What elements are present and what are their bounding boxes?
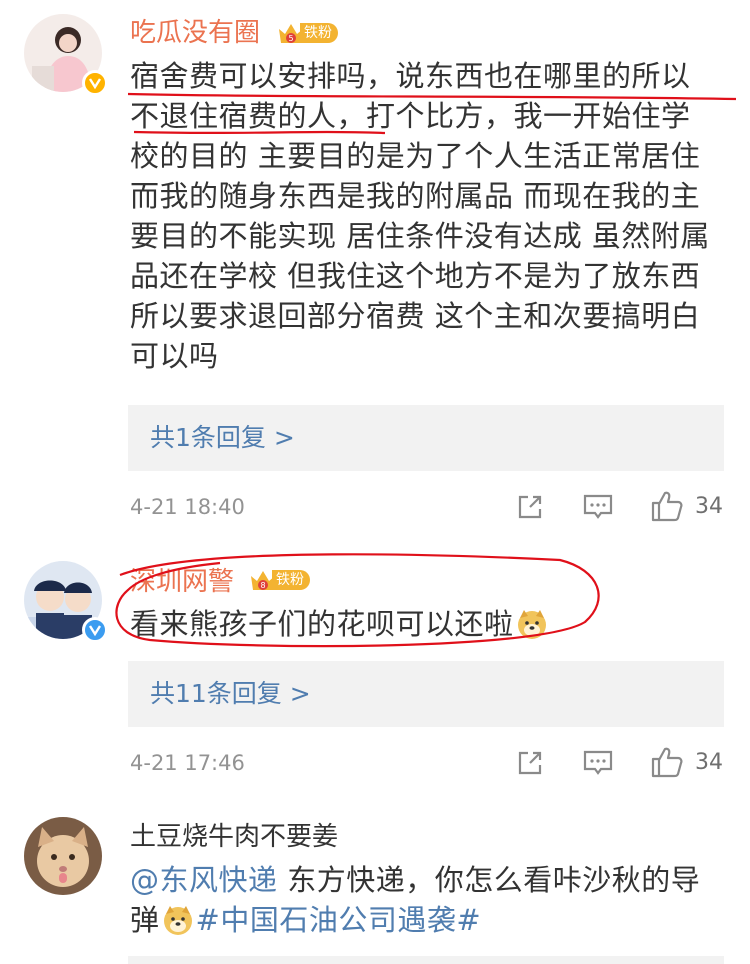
reply-summary[interactable]: 共11条回复 > [128, 661, 724, 727]
text-line: 品还在学校 但我住这个地方不是为了放东西 [130, 259, 701, 293]
text-line: 校的目的 主要目的是为了个人生活正常居住 [130, 139, 701, 173]
comment-icon[interactable] [582, 748, 614, 778]
avatar[interactable] [24, 14, 108, 96]
svg-text:8: 8 [260, 581, 265, 590]
text-line: 而我的随身东西是我的附属品 而现在我的主 [130, 179, 701, 213]
text-segment: 弹 [130, 903, 160, 937]
like-count: 34 [695, 494, 723, 519]
like-icon[interactable] [650, 489, 684, 523]
like-count: 34 [695, 750, 723, 775]
fan-badge: 8 铁粉 [248, 566, 310, 594]
timestamp: 4-21 17:46 [130, 751, 245, 775]
avatar[interactable] [24, 817, 102, 895]
avatar[interactable] [24, 561, 108, 643]
text-line: 可以吗 [130, 339, 219, 373]
text-line: 看来熊孩子们的花呗可以还啦 [130, 607, 514, 641]
fan-badge: 5 铁粉 [276, 19, 338, 47]
comment-text: @东风快递 东方快递，你怎么看咔沙秋的导 弹 #中国石油公司遇袭# [130, 860, 730, 940]
text-line: 不退住宿费的人，打个比方，我一开始住学 [130, 99, 691, 133]
reply-count-link[interactable]: 共1条回复 > [150, 405, 295, 471]
doge-emoji [517, 610, 546, 639]
share-icon[interactable] [515, 492, 545, 522]
doge-emoji [163, 906, 192, 935]
fan-badge-label: 铁粉 [272, 570, 310, 590]
comment-icon[interactable] [582, 492, 614, 522]
verified-icon [82, 70, 108, 96]
share-icon[interactable] [515, 748, 545, 778]
like-icon[interactable] [650, 745, 684, 779]
reply-summary[interactable] [128, 956, 724, 964]
fan-badge-label: 铁粉 [300, 23, 338, 43]
text-line: @东风快递 东方快递，你怎么看咔沙秋的导 [130, 860, 730, 900]
username[interactable]: 深圳网警 [130, 565, 234, 599]
hashtag-link[interactable]: #中国石油公司遇袭# [196, 903, 482, 937]
username[interactable]: 土豆烧牛肉不要姜 [130, 820, 338, 854]
mention-link[interactable]: @东风快递 [130, 863, 278, 897]
verified-icon [82, 617, 108, 643]
svg-text:5: 5 [288, 34, 293, 43]
comment-text: 宿舍费可以安排吗，说东西也在哪里的所以 不退住宿费的人，打个比方，我一开始住学 … [130, 56, 730, 376]
text-line: 弹 #中国石油公司遇袭# [130, 900, 730, 940]
text-line: 宿舍费可以安排吗，说东西也在哪里的所以 [130, 59, 691, 93]
reply-summary[interactable]: 共1条回复 > [128, 405, 724, 471]
text-line: 所以要求退回部分宿费 这个主和次要搞明白 [130, 299, 701, 333]
text-line: 要目的不能实现 居住条件没有达成 虽然附属 [130, 219, 710, 253]
timestamp: 4-21 18:40 [130, 495, 245, 519]
reply-count-link[interactable]: 共11条回复 > [150, 661, 311, 727]
comment-text: 看来熊孩子们的花呗可以还啦 [130, 604, 730, 644]
username[interactable]: 吃瓜没有圈 [130, 16, 260, 50]
text-segment: 东方快递，你怎么看咔沙秋的导 [277, 863, 701, 897]
